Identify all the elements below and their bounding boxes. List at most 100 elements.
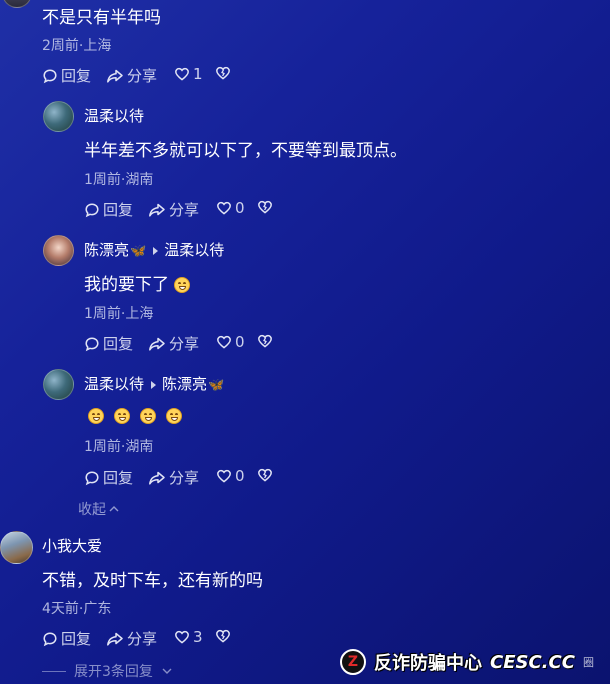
dislike-button[interactable] (257, 467, 273, 483)
like-count: 0 (235, 467, 245, 485)
butterfly-icon: 🦋 (130, 244, 147, 259)
grin-emoji-icon (166, 408, 182, 424)
watermark-logo-icon: Z (340, 649, 366, 675)
butterfly-icon: 🦋 (208, 378, 225, 393)
like-count: 0 (235, 333, 245, 351)
share-button[interactable]: 分享 (148, 333, 199, 354)
share-arrow-icon (148, 202, 166, 218)
like-button[interactable]: 0 (216, 333, 245, 351)
dislike-button[interactable] (215, 628, 231, 644)
share-label: 分享 (127, 630, 158, 648)
reply-button[interactable]: 回复 (42, 65, 91, 86)
broken-heart-icon (215, 65, 231, 81)
share-label: 分享 (169, 335, 200, 353)
share-label: 分享 (127, 67, 158, 85)
reply-header: 温柔以待 陈漂亮🦋 (84, 373, 224, 394)
comment-meta: 1周前·上海 (84, 306, 154, 322)
like-button[interactable]: 3 (174, 628, 203, 646)
reply-button[interactable]: 回复 (84, 199, 133, 220)
like-button[interactable]: 1 (174, 65, 203, 83)
watermark-site: CESC.CC (490, 651, 575, 673)
comment-meta: 1周前·湖南 (84, 172, 154, 188)
comment-meta: 1周前·湖南 (84, 439, 154, 455)
share-label: 分享 (169, 201, 200, 219)
heart-icon (174, 629, 190, 645)
reply-label: 回复 (103, 335, 134, 353)
comment-content: 不是只有半年吗 (42, 8, 161, 28)
comment-content (88, 408, 182, 424)
grin-emoji-icon (88, 408, 104, 424)
reply-button[interactable]: 回复 (42, 628, 91, 649)
avatar[interactable] (2, 0, 32, 8)
comment-text: 我的要下了 (84, 275, 169, 295)
reply-label: 回复 (61, 630, 92, 648)
like-button[interactable]: 0 (216, 467, 245, 485)
dislike-button[interactable] (215, 65, 231, 81)
collapse-replies-button[interactable]: 收起 (78, 499, 120, 519)
heart-icon (216, 468, 232, 484)
grin-emoji-icon (114, 408, 130, 424)
heart-icon (216, 334, 232, 350)
heart-icon (216, 200, 232, 216)
like-count: 0 (235, 199, 245, 217)
share-label: 分享 (169, 469, 200, 487)
expand-replies-button[interactable]: 展开3条回复 (42, 661, 173, 681)
reply-label: 回复 (103, 469, 134, 487)
reply-arrow-icon (153, 246, 159, 255)
avatar[interactable] (43, 369, 74, 400)
grin-emoji-icon (140, 408, 156, 424)
collapse-label: 收起 (78, 502, 106, 518)
speech-bubble-icon (42, 631, 58, 647)
share-button[interactable]: 分享 (148, 467, 199, 488)
author-name[interactable]: 小我大爱 (42, 535, 102, 556)
speech-bubble-icon (84, 202, 100, 218)
broken-heart-icon (215, 628, 231, 644)
divider-line (42, 670, 66, 672)
comment-content: 半年差不多就可以下了，不要等到最顶点。 (84, 141, 407, 161)
reply-arrow-icon (151, 380, 157, 389)
share-button[interactable]: 分享 (106, 628, 157, 649)
share-arrow-icon (106, 68, 124, 84)
watermark-text: 反诈防骗中心 (374, 653, 482, 674)
like-count: 3 (193, 628, 203, 646)
speech-bubble-icon (84, 470, 100, 486)
avatar[interactable] (0, 531, 33, 564)
like-count: 1 (193, 65, 203, 83)
watermark-suffix: 圈 (582, 656, 594, 669)
dislike-button[interactable] (257, 333, 273, 349)
reply-header: 陈漂亮🦋 温柔以待 (84, 239, 224, 260)
broken-heart-icon (257, 199, 273, 215)
reply-to-name[interactable]: 陈漂亮 (162, 375, 207, 393)
dislike-button[interactable] (257, 199, 273, 215)
heart-icon (174, 66, 190, 82)
avatar[interactable] (43, 235, 74, 266)
reply-label: 回复 (103, 201, 134, 219)
comment-content: 我的要下了 (84, 270, 191, 295)
avatar[interactable] (43, 101, 74, 132)
share-arrow-icon (148, 336, 166, 352)
chevron-down-icon (162, 668, 172, 674)
speech-bubble-icon (84, 336, 100, 352)
reply-to-name[interactable]: 温柔以待 (164, 241, 224, 259)
author-name[interactable]: 陈漂亮 (84, 241, 129, 259)
watermark: Z 反诈防骗中心 CESC.CC 圈 (340, 649, 594, 675)
share-arrow-icon (148, 470, 166, 486)
reply-button[interactable]: 回复 (84, 467, 133, 488)
broken-heart-icon (257, 467, 273, 483)
chevron-up-icon (109, 506, 119, 512)
comment-meta: 2周前·上海 (42, 38, 112, 54)
comment-content: 不错，及时下车，还有新的吗 (42, 571, 263, 591)
share-button[interactable]: 分享 (106, 65, 157, 86)
like-button[interactable]: 0 (216, 199, 245, 217)
speech-bubble-icon (42, 68, 58, 84)
share-arrow-icon (106, 631, 124, 647)
author-name[interactable]: 温柔以待 (84, 375, 144, 393)
comment-meta: 4天前·广东 (42, 601, 112, 617)
grin-emoji-icon (174, 277, 191, 293)
broken-heart-icon (257, 333, 273, 349)
author-name[interactable]: 温柔以待 (84, 105, 144, 126)
reply-button[interactable]: 回复 (84, 333, 133, 354)
expand-label: 展开3条回复 (74, 664, 153, 680)
share-button[interactable]: 分享 (148, 199, 199, 220)
reply-label: 回复 (61, 67, 92, 85)
